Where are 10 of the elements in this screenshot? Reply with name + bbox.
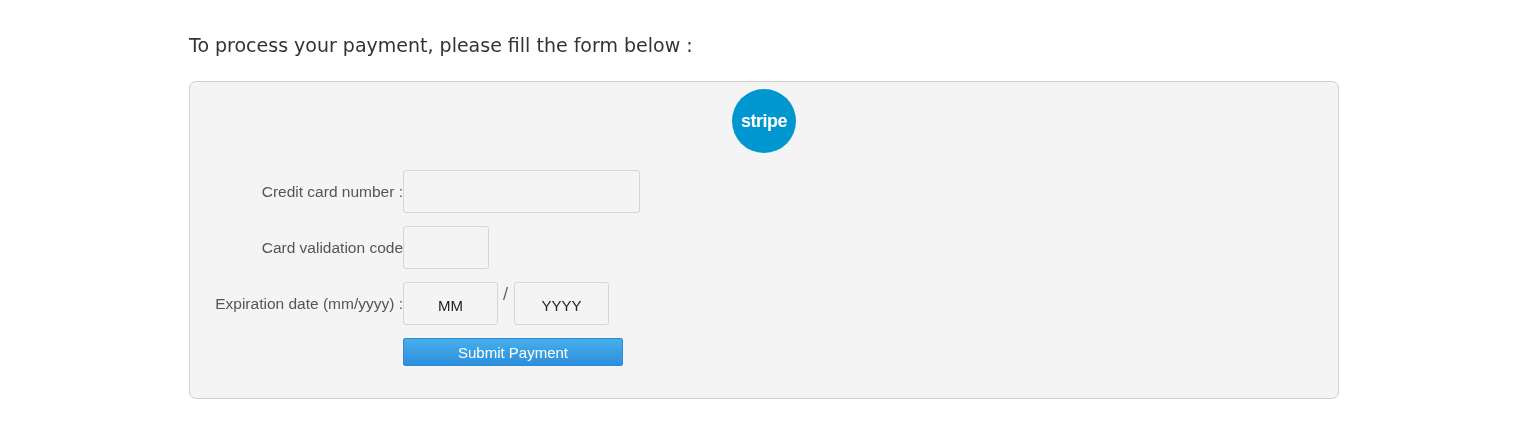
- month-field[interactable]: MM: [403, 282, 498, 325]
- card-number-field[interactable]: [403, 170, 640, 213]
- cvc-field[interactable]: [403, 226, 489, 269]
- field-label: Card validation code: [260, 238, 403, 257]
- intro-text: To process your payment, please fill the form below :: [189, 34, 694, 56]
- stripe-logo: stripe: [732, 89, 796, 153]
- field-label: Expiration date (mm/yyyy) :: [214, 294, 403, 313]
- year-field[interactable]: YYYY: [514, 282, 610, 325]
- field-label: Credit card number :: [260, 182, 403, 201]
- date-separator: /: [503, 285, 509, 303]
